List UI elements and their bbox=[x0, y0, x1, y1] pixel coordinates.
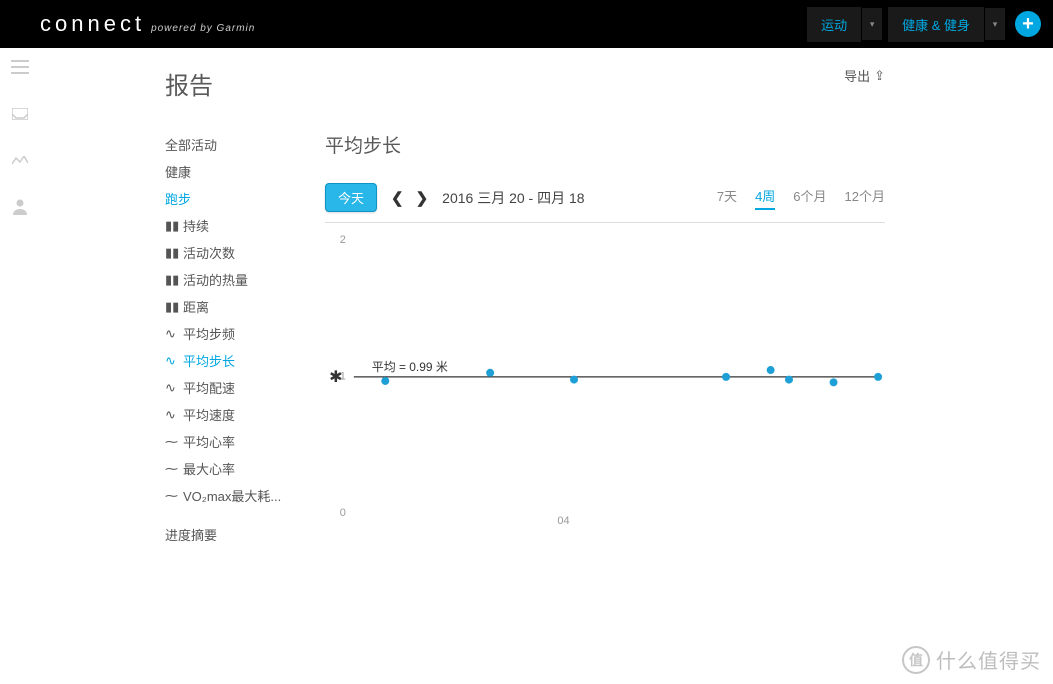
dots-icon: ∿ bbox=[165, 407, 177, 423]
pulse-icon: ⁓ bbox=[165, 488, 177, 504]
logo-text: connect bbox=[40, 11, 145, 37]
chart-controls: 今天 ❮ ❯ 2016 三月 20 - 四月 18 7天 4周 6个月 12个月 bbox=[325, 183, 885, 212]
today-button[interactable]: 今天 bbox=[325, 183, 377, 212]
range-4w[interactable]: 4周 bbox=[755, 186, 775, 210]
sidebar-metric-avg-stride[interactable]: ∿平均步长 bbox=[165, 347, 305, 374]
profile-icon[interactable] bbox=[13, 199, 27, 220]
bar-icon: ▮▮ bbox=[165, 299, 177, 315]
add-button[interactable]: + bbox=[1015, 11, 1041, 37]
export-button[interactable]: 导出 ⇪ bbox=[844, 66, 885, 85]
report-sidebar: 全部活动 健康 跑步 ▮▮持续 ▮▮活动次数 ▮▮活动的热量 ▮▮距离 ∿平均步… bbox=[165, 131, 305, 548]
nav-sport-dropdown[interactable]: ▾ bbox=[862, 8, 882, 40]
nav-health-dropdown[interactable]: ▾ bbox=[985, 8, 1005, 40]
brand-logo: connect powered by Garmin bbox=[40, 11, 255, 37]
next-button[interactable]: ❯ bbox=[416, 189, 429, 207]
top-navigation-bar: connect powered by Garmin 运动 ▾ 健康 & 健身 ▾… bbox=[0, 0, 1053, 48]
activity-icon[interactable] bbox=[12, 153, 28, 171]
svg-text:2: 2 bbox=[340, 234, 346, 246]
sidebar-cat-running[interactable]: 跑步 bbox=[165, 185, 305, 212]
sidebar-metric-avg-cadence[interactable]: ∿平均步频 bbox=[165, 320, 305, 347]
page-title: 报告 bbox=[165, 66, 1023, 101]
sidebar-metric-avg-hr[interactable]: ⁓平均心率 bbox=[165, 428, 305, 455]
range-6m[interactable]: 6个月 bbox=[793, 186, 826, 210]
sidebar-metric-activity-calories[interactable]: ▮▮活动的热量 bbox=[165, 266, 305, 293]
svg-text:0: 0 bbox=[340, 507, 346, 519]
nav-health-button[interactable]: 健康 & 健身 bbox=[888, 7, 984, 42]
bar-icon: ▮▮ bbox=[165, 272, 177, 288]
left-icon-bar bbox=[0, 48, 40, 684]
nav-sport-label: 运动 bbox=[821, 15, 847, 34]
dots-icon: ∿ bbox=[165, 380, 177, 396]
sidebar-cat-all[interactable]: 全部活动 bbox=[165, 131, 305, 158]
sidebar-metric-duration[interactable]: ▮▮持续 bbox=[165, 212, 305, 239]
svg-text:✱: ✱ bbox=[329, 369, 342, 386]
prev-button[interactable]: ❮ bbox=[391, 189, 404, 207]
sidebar-metric-distance[interactable]: ▮▮距离 bbox=[165, 293, 305, 320]
sidebar-cat-health[interactable]: 健康 bbox=[165, 158, 305, 185]
inbox-icon[interactable] bbox=[12, 107, 28, 125]
bar-icon: ▮▮ bbox=[165, 245, 177, 261]
logo-subtitle: powered by Garmin bbox=[151, 23, 255, 34]
watermark: 值 什么值得买 bbox=[902, 645, 1041, 674]
watermark-icon: 值 bbox=[902, 646, 930, 674]
chart-panel: 平均步长 今天 ❮ ❯ 2016 三月 20 - 四月 18 7天 4周 6个月… bbox=[325, 131, 885, 548]
dots-icon: ∿ bbox=[165, 353, 177, 369]
nav-health-label: 健康 & 健身 bbox=[902, 15, 970, 34]
pulse-icon: ⁓ bbox=[165, 434, 177, 450]
bar-icon: ▮▮ bbox=[165, 218, 177, 234]
sidebar-metric-activity-count[interactable]: ▮▮活动次数 bbox=[165, 239, 305, 266]
range-7d[interactable]: 7天 bbox=[717, 186, 737, 210]
sidebar-metric-max-hr[interactable]: ⁓最大心率 bbox=[165, 455, 305, 482]
chart-title: 平均步长 bbox=[325, 131, 885, 158]
export-label: 导出 bbox=[844, 66, 870, 85]
svg-text:平均 = 0.99 米: 平均 = 0.99 米 bbox=[372, 360, 448, 374]
date-range-label: 2016 三月 20 - 四月 18 bbox=[442, 188, 584, 208]
svg-text:04: 04 bbox=[557, 515, 569, 527]
sidebar-metric-avg-pace[interactable]: ∿平均配速 bbox=[165, 374, 305, 401]
range-12m[interactable]: 12个月 bbox=[845, 186, 885, 210]
scatter-chart: 012✱平均 = 0.99 米04 bbox=[325, 222, 885, 532]
watermark-text: 什么值得买 bbox=[936, 645, 1041, 674]
plus-icon: + bbox=[1022, 13, 1034, 36]
time-range-tabs: 7天 4周 6个月 12个月 bbox=[717, 186, 885, 210]
export-icon: ⇪ bbox=[874, 68, 885, 84]
nav-sport-button[interactable]: 运动 bbox=[807, 7, 861, 42]
pulse-icon: ⁓ bbox=[165, 461, 177, 477]
dots-icon: ∿ bbox=[165, 326, 177, 342]
sidebar-progress-summary[interactable]: 进度摘要 bbox=[165, 521, 305, 548]
sidebar-metric-avg-speed[interactable]: ∿平均速度 bbox=[165, 401, 305, 428]
menu-icon[interactable] bbox=[11, 60, 29, 79]
sidebar-metric-vo2max[interactable]: ⁓VO₂max最大耗... bbox=[165, 482, 305, 509]
